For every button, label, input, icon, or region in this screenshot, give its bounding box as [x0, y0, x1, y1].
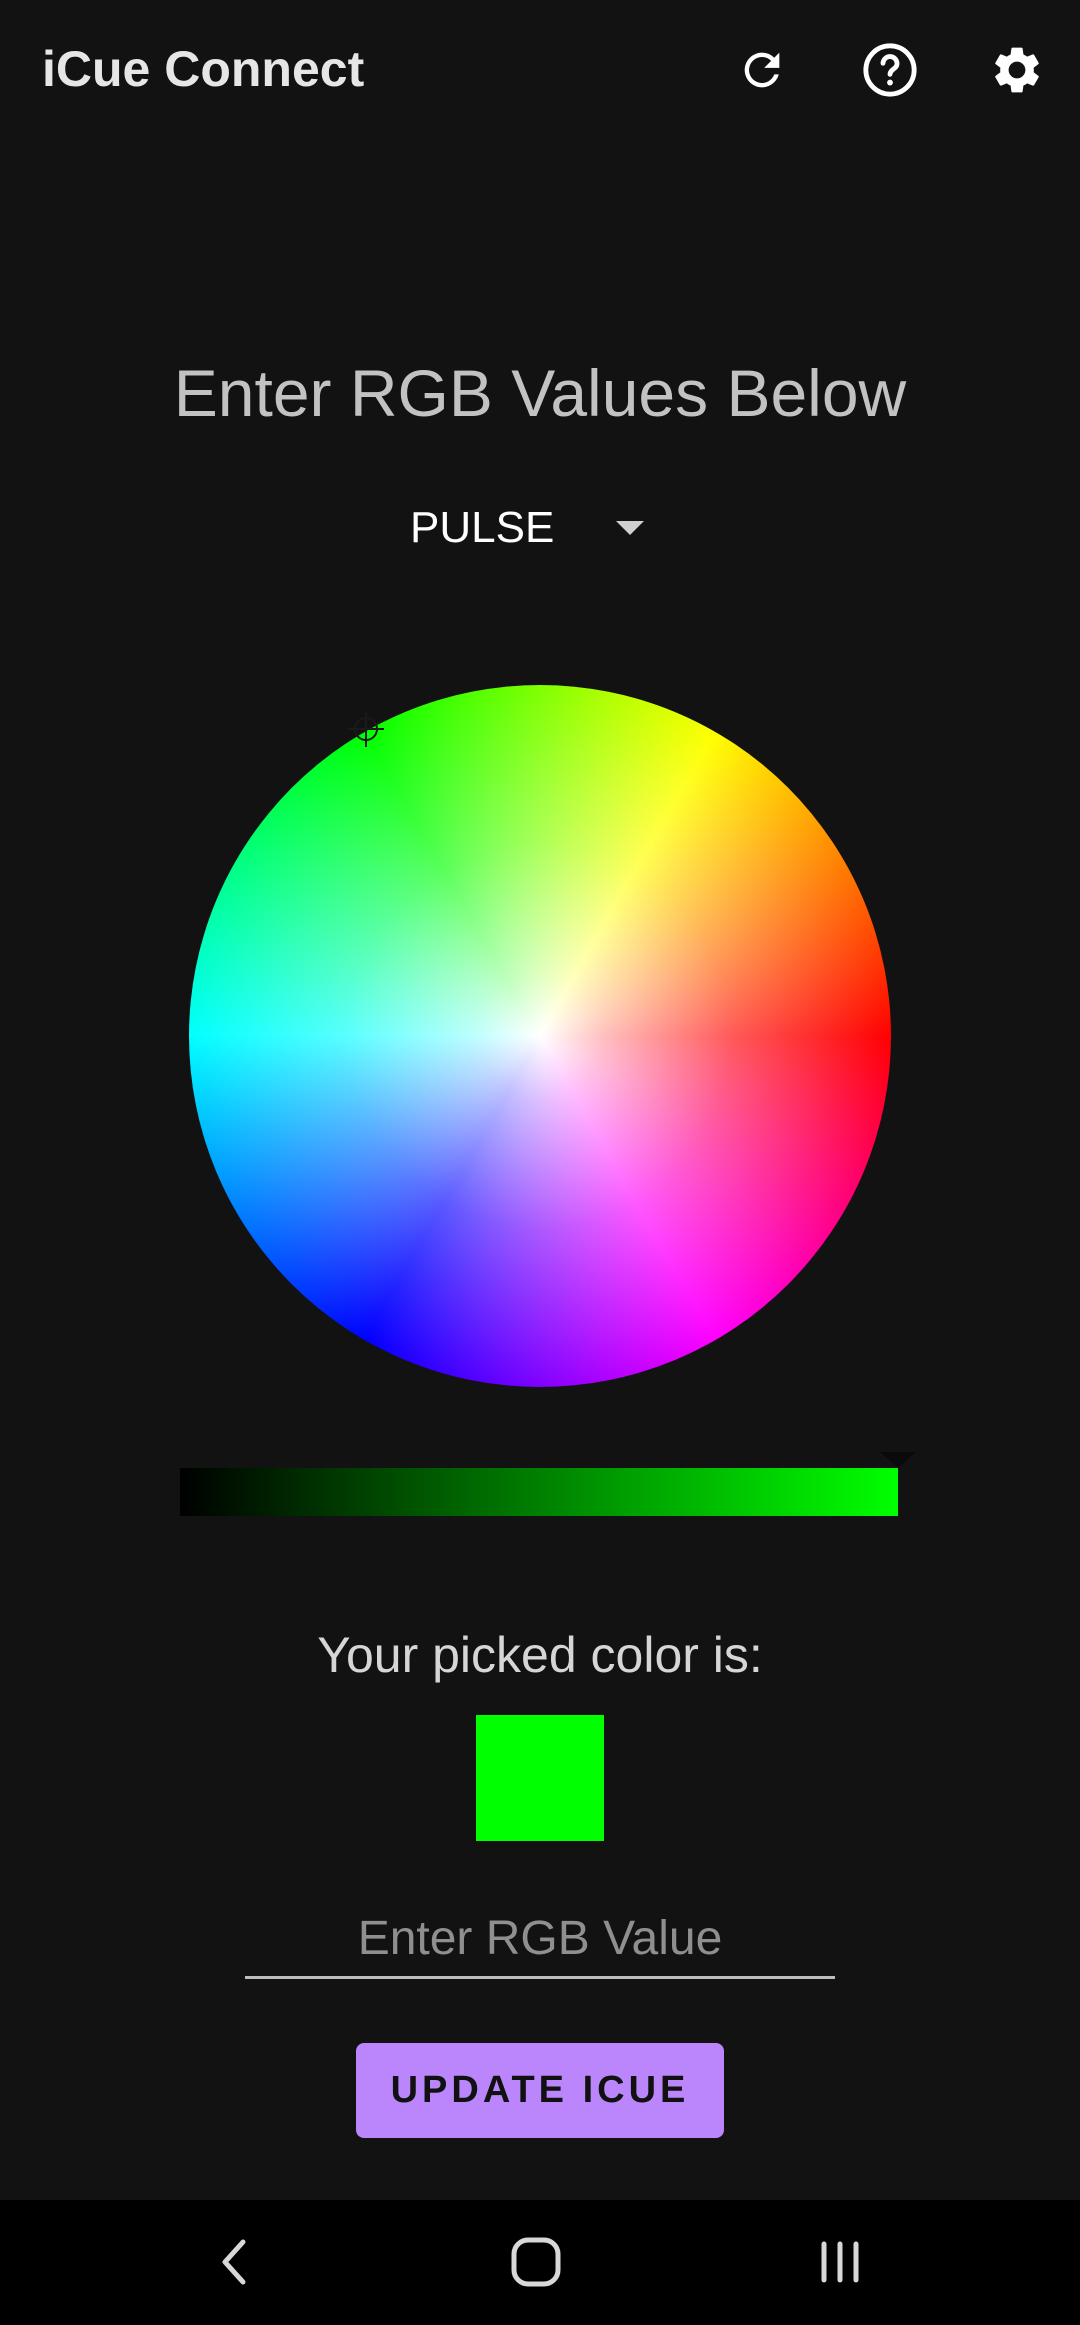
refresh-icon — [744, 52, 780, 88]
rgb-input-container — [245, 1900, 835, 1979]
caret-down-icon — [616, 521, 644, 535]
settings-button[interactable] — [985, 38, 1049, 102]
back-icon — [222, 2239, 246, 2285]
refresh-button[interactable] — [730, 38, 794, 102]
help-button[interactable] — [858, 38, 922, 102]
home-button[interactable] — [496, 2230, 576, 2294]
rgb-value-input[interactable] — [245, 1900, 835, 1976]
help-icon — [863, 43, 917, 97]
back-button[interactable] — [195, 2230, 275, 2294]
picked-color-swatch — [476, 1715, 604, 1841]
app-bar: iCue Connect — [0, 0, 1080, 150]
app-title: iCue Connect — [42, 41, 365, 97]
mode-dropdown[interactable]: PULSE — [380, 495, 680, 565]
home-icon — [511, 2237, 561, 2287]
page-heading: Enter RGB Values Below — [173, 356, 907, 430]
navigation-bar — [0, 2200, 1080, 2325]
color-wheel[interactable] — [189, 685, 891, 1387]
recent-apps-icon — [821, 2241, 859, 2283]
recent-apps-button[interactable] — [800, 2230, 880, 2294]
settings-icon — [995, 47, 1039, 93]
brightness-slider-thumb[interactable] — [880, 1452, 916, 1468]
crosshair-icon[interactable] — [347, 710, 385, 748]
brightness-slider[interactable] — [180, 1468, 898, 1516]
mode-dropdown-value: PULSE — [410, 503, 555, 552]
screen: iCue Connect Enter RGB Values Below PULS… — [0, 0, 1080, 2325]
update-icue-button[interactable]: UPDATE ICUE — [356, 2043, 724, 2138]
picked-color-label: Your picked color is: — [317, 1627, 763, 1683]
